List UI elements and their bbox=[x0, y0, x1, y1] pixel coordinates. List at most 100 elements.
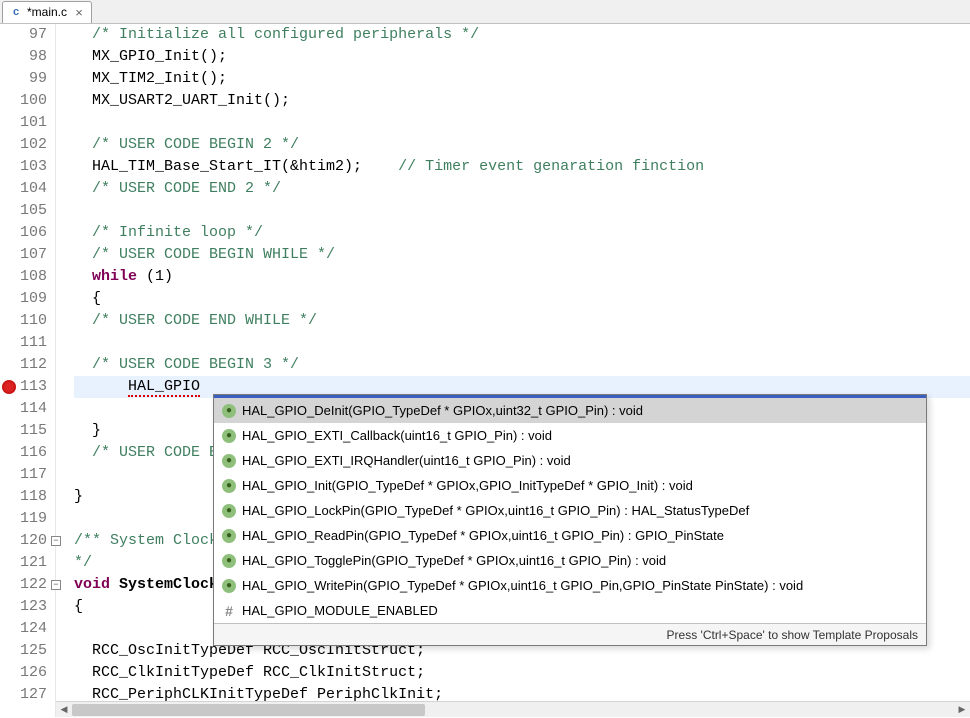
comment-token: /* USER CODE BEGIN 2 */ bbox=[92, 136, 299, 153]
code-line[interactable] bbox=[74, 200, 970, 222]
autocomplete-item[interactable]: ● HAL_GPIO_ReadPin(GPIO_TypeDef * GPIOx,u… bbox=[214, 523, 926, 548]
autocomplete-item[interactable]: ● HAL_GPIO_Init(GPIO_TypeDef * GPIOx,GPIO… bbox=[214, 473, 926, 498]
gutter-line: 99 bbox=[0, 68, 47, 90]
gutter-line: 120− bbox=[0, 530, 47, 552]
gutter-line: 119 bbox=[0, 508, 47, 530]
scroll-thumb[interactable] bbox=[72, 704, 425, 716]
gutter-line: 108 bbox=[0, 266, 47, 288]
comment-token: */ bbox=[74, 554, 92, 571]
autocomplete-status-text: Press 'Ctrl+Space' to show Template Prop… bbox=[667, 628, 918, 642]
gutter-line: 102 bbox=[0, 134, 47, 156]
code-line[interactable]: { bbox=[74, 288, 970, 310]
code-line[interactable]: /* USER CODE BEGIN WHILE */ bbox=[74, 244, 970, 266]
autocomplete-item-label: HAL_GPIO_EXTI_IRQHandler(uint16_t GPIO_P… bbox=[242, 453, 571, 468]
gutter-line: 107 bbox=[0, 244, 47, 266]
define-icon: # bbox=[222, 604, 236, 618]
keyword-token: while bbox=[92, 268, 137, 285]
gutter-line: 116 bbox=[0, 442, 47, 464]
tab-bar: c *main.c × bbox=[0, 0, 970, 24]
gutter-line: 97 bbox=[0, 24, 47, 46]
code-line[interactable]: /* USER CODE END WHILE */ bbox=[74, 310, 970, 332]
gutter-line: 112 bbox=[0, 354, 47, 376]
tab-label: *main.c bbox=[27, 5, 67, 19]
method-icon: ● bbox=[222, 429, 236, 443]
code-line[interactable]: MX_GPIO_Init(); bbox=[74, 46, 970, 68]
comment-token: /* Initialize all configured peripherals… bbox=[92, 26, 479, 43]
scroll-right-icon[interactable]: ▶ bbox=[954, 702, 970, 718]
code-line[interactable]: while (1) bbox=[74, 266, 970, 288]
code-line[interactable]: /* USER CODE BEGIN 3 */ bbox=[74, 354, 970, 376]
comment-token: /* USER CODE END 2 */ bbox=[92, 180, 281, 197]
code-line[interactable]: /* USER CODE BEGIN 2 */ bbox=[74, 134, 970, 156]
code-line[interactable]: MX_USART2_UART_Init(); bbox=[74, 90, 970, 112]
comment-token: /* USER CODE BEGIN WHILE */ bbox=[92, 246, 335, 263]
gutter-line: 113 bbox=[0, 376, 47, 398]
comment-token: // Timer event genaration finction bbox=[398, 158, 704, 175]
gutter-line: 125 bbox=[0, 640, 47, 662]
autocomplete-item[interactable]: ● HAL_GPIO_EXTI_IRQHandler(uint16_t GPIO_… bbox=[214, 448, 926, 473]
comment-token: /* USER CODE END WHILE */ bbox=[92, 312, 317, 329]
gutter-line: 109 bbox=[0, 288, 47, 310]
gutter-line: 118 bbox=[0, 486, 47, 508]
autocomplete-item-label: HAL_GPIO_DeInit(GPIO_TypeDef * GPIOx,uin… bbox=[242, 403, 643, 418]
autocomplete-item-label: HAL_GPIO_ReadPin(GPIO_TypeDef * GPIOx,ui… bbox=[242, 528, 724, 543]
comment-token: /* USER CODE BEGIN 3 */ bbox=[92, 356, 299, 373]
autocomplete-item-label: HAL_GPIO_EXTI_Callback(uint16_t GPIO_Pin… bbox=[242, 428, 552, 443]
autocomplete-item-label: HAL_GPIO_LockPin(GPIO_TypeDef * GPIOx,ui… bbox=[242, 503, 749, 518]
close-icon[interactable]: × bbox=[73, 6, 85, 18]
gutter-line: 106 bbox=[0, 222, 47, 244]
code-line[interactable] bbox=[74, 332, 970, 354]
scroll-track[interactable] bbox=[72, 702, 954, 717]
collapse-toggle-icon[interactable]: − bbox=[51, 536, 61, 546]
autocomplete-item[interactable]: ●HAL_GPIO_LockPin(GPIO_TypeDef * GPIOx,u… bbox=[214, 498, 926, 523]
autocomplete-status: Press 'Ctrl+Space' to show Template Prop… bbox=[214, 623, 926, 645]
code-line[interactable]: HAL_TIM_Base_Start_IT(&htim2); // Timer … bbox=[74, 156, 970, 178]
gutter-line: 115 bbox=[0, 420, 47, 442]
autocomplete-item[interactable]: ● HAL_GPIO_EXTI_Callback(uint16_t GPIO_Pi… bbox=[214, 423, 926, 448]
code-line[interactable]: RCC_ClkInitTypeDef RCC_ClkInitStruct; bbox=[74, 662, 970, 684]
autocomplete-item[interactable]: ● HAL_GPIO_DeInit(GPIO_TypeDef * GPIOx,ui… bbox=[214, 398, 926, 423]
horizontal-scrollbar[interactable]: ◀ ▶ bbox=[56, 701, 970, 717]
code-line[interactable]: /* Infinite loop */ bbox=[74, 222, 970, 244]
autocomplete-item-label: HAL_GPIO_TogglePin(GPIO_TypeDef * GPIOx,… bbox=[242, 553, 666, 568]
comment-token: /* Infinite loop */ bbox=[92, 224, 263, 241]
gutter-line: 98 bbox=[0, 46, 47, 68]
gutter-line: 110 bbox=[0, 310, 47, 332]
gutter-line: 126 bbox=[0, 662, 47, 684]
gutter-line: 124 bbox=[0, 618, 47, 640]
autocomplete-item[interactable]: ● HAL_GPIO_WritePin(GPIO_TypeDef * GPIOx,… bbox=[214, 573, 926, 598]
squiggle-token: HAL_GPIO bbox=[128, 378, 200, 397]
method-icon: ● bbox=[222, 479, 236, 493]
collapse-toggle-icon[interactable]: − bbox=[51, 580, 61, 590]
autocomplete-item-label: HAL_GPIO_MODULE_ENABLED bbox=[242, 603, 438, 618]
autocomplete-item-label: HAL_GPIO_WritePin(GPIO_TypeDef * GPIOx,u… bbox=[242, 578, 803, 593]
code-line[interactable]: /* USER CODE END 2 */ bbox=[74, 178, 970, 200]
autocomplete-item[interactable]: # HAL_GPIO_MODULE_ENABLED bbox=[214, 598, 926, 623]
gutter-line: 103 bbox=[0, 156, 47, 178]
code-line[interactable]: /* Initialize all configured peripherals… bbox=[74, 24, 970, 46]
autocomplete-item-label: HAL_GPIO_Init(GPIO_TypeDef * GPIOx,GPIO_… bbox=[242, 478, 693, 493]
code-line[interactable] bbox=[74, 112, 970, 134]
autocomplete-popup: ● HAL_GPIO_DeInit(GPIO_TypeDef * GPIOx,ui… bbox=[213, 394, 927, 646]
method-icon: ● bbox=[222, 404, 236, 418]
method-icon: ● bbox=[222, 454, 236, 468]
gutter-line: 101 bbox=[0, 112, 47, 134]
line-gutter: 9798991001011021031041051061071081091101… bbox=[0, 24, 56, 717]
gutter-line: 100 bbox=[0, 90, 47, 112]
c-file-icon: c bbox=[9, 5, 23, 19]
scroll-left-icon[interactable]: ◀ bbox=[56, 702, 72, 718]
method-icon: ● bbox=[222, 554, 236, 568]
gutter-line: 122− bbox=[0, 574, 47, 596]
autocomplete-item[interactable]: ● HAL_GPIO_TogglePin(GPIO_TypeDef * GPIOx… bbox=[214, 548, 926, 573]
keyword-token: void bbox=[74, 576, 110, 593]
gutter-line: 114 bbox=[0, 398, 47, 420]
autocomplete-list: ● HAL_GPIO_DeInit(GPIO_TypeDef * GPIOx,ui… bbox=[214, 398, 926, 623]
method-icon: ● bbox=[222, 579, 236, 593]
method-icon: ● bbox=[222, 529, 236, 543]
gutter-line: 117 bbox=[0, 464, 47, 486]
error-marker-icon bbox=[2, 380, 16, 394]
code-line[interactable]: MX_TIM2_Init(); bbox=[74, 68, 970, 90]
tab-main-c[interactable]: c *main.c × bbox=[2, 1, 92, 23]
gutter-line: 105 bbox=[0, 200, 47, 222]
gutter-line: 121 bbox=[0, 552, 47, 574]
